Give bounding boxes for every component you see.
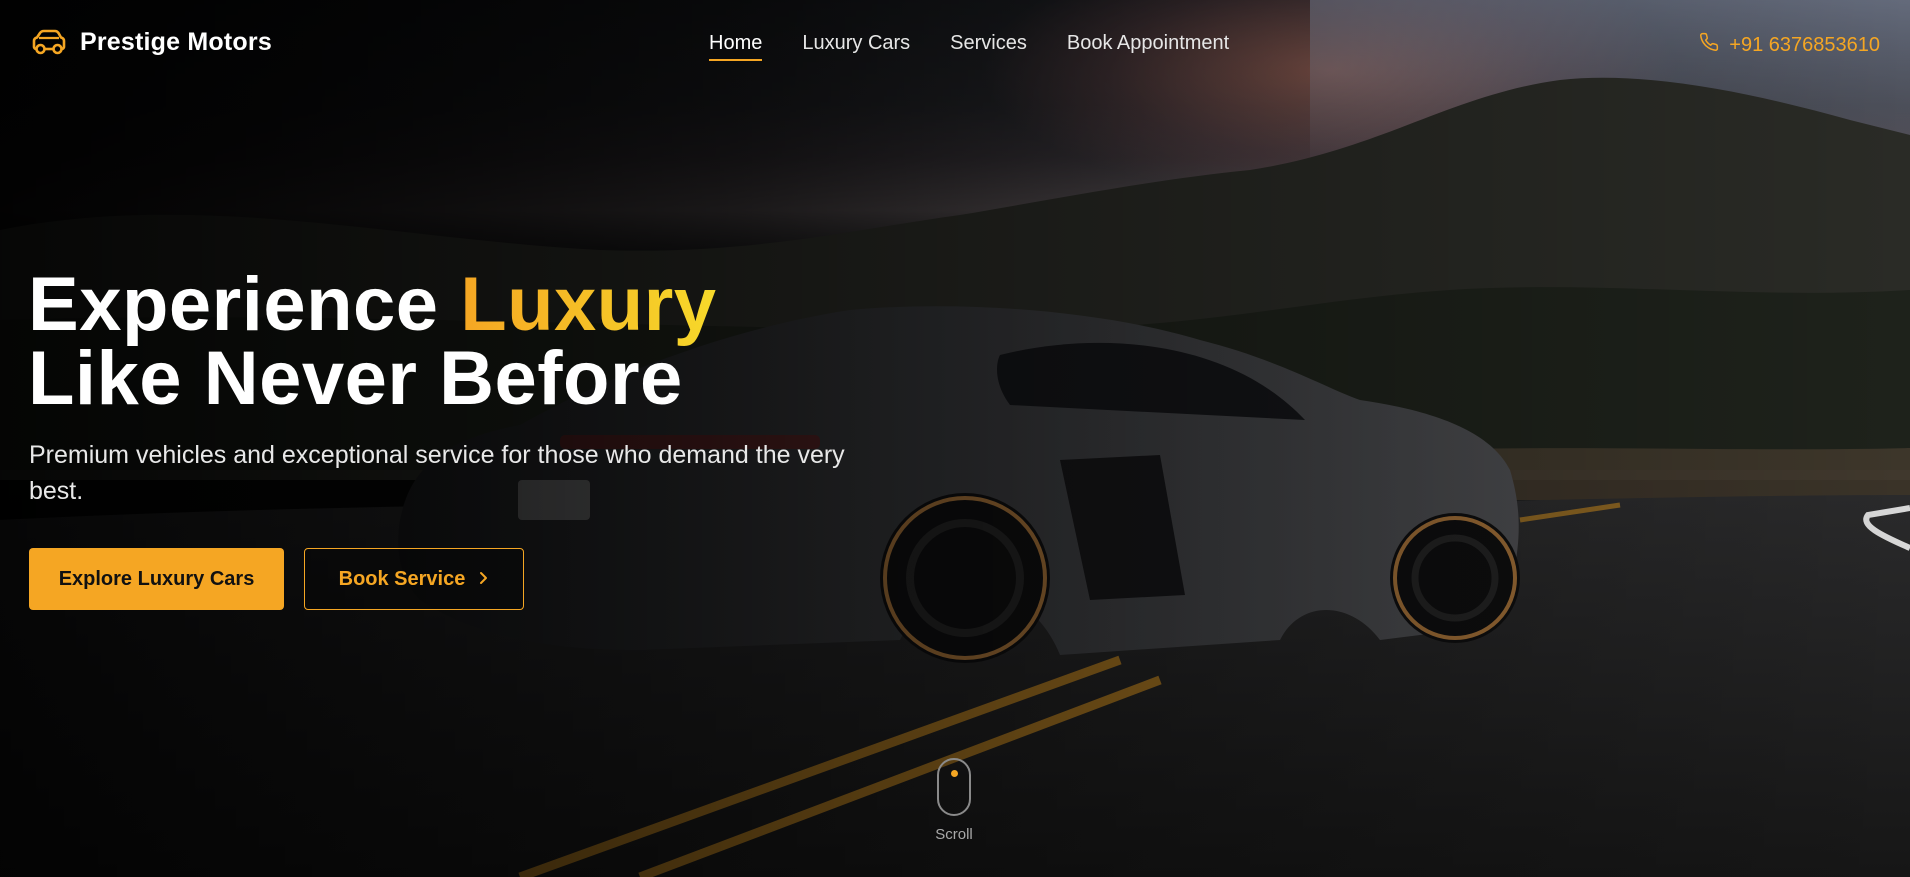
hero-subtitle: Premium vehicles and exceptional service… — [29, 441, 845, 505]
scroll-label: Scroll — [935, 826, 973, 843]
phone-number: +91 6376853610 — [1729, 33, 1880, 56]
mouse-dot — [950, 770, 958, 777]
hero-section: Prestige Motors Home Luxury Cars Service… — [0, 0, 1910, 877]
car-icon — [30, 29, 68, 57]
scroll-indicator[interactable]: Scroll — [928, 758, 980, 843]
headline-prefix: Experience — [28, 262, 461, 347]
book-service-label: Book Service — [338, 567, 466, 590]
phone-icon — [1699, 32, 1719, 58]
brand-logo[interactable]: Prestige Motors — [30, 28, 272, 57]
headline-line2: Like Never Before — [28, 336, 683, 421]
explore-luxury-cars-button[interactable]: Explore Luxury Cars — [29, 548, 284, 610]
nav-link-services[interactable]: Services — [950, 32, 1027, 61]
brand-name: Prestige Motors — [80, 28, 272, 56]
book-service-button[interactable]: Book Service — [304, 548, 524, 610]
nav-link-luxury-cars[interactable]: Luxury Cars — [802, 32, 910, 61]
nav-link-home[interactable]: Home — [709, 32, 763, 61]
phone-link[interactable]: +91 6376853610 — [1699, 32, 1880, 58]
headline-accent: Luxury — [460, 262, 717, 347]
nav-links: Home Luxury Cars Services Book Appointme… — [709, 32, 1229, 61]
mouse-icon — [937, 758, 971, 816]
chevron-right-icon — [479, 568, 489, 591]
top-navbar: Prestige Motors Home Luxury Cars Service… — [0, 0, 1910, 90]
nav-link-book-appointment[interactable]: Book Appointment — [1067, 32, 1229, 61]
hero-headline: Experience Luxury Like Never Before — [28, 267, 717, 417]
